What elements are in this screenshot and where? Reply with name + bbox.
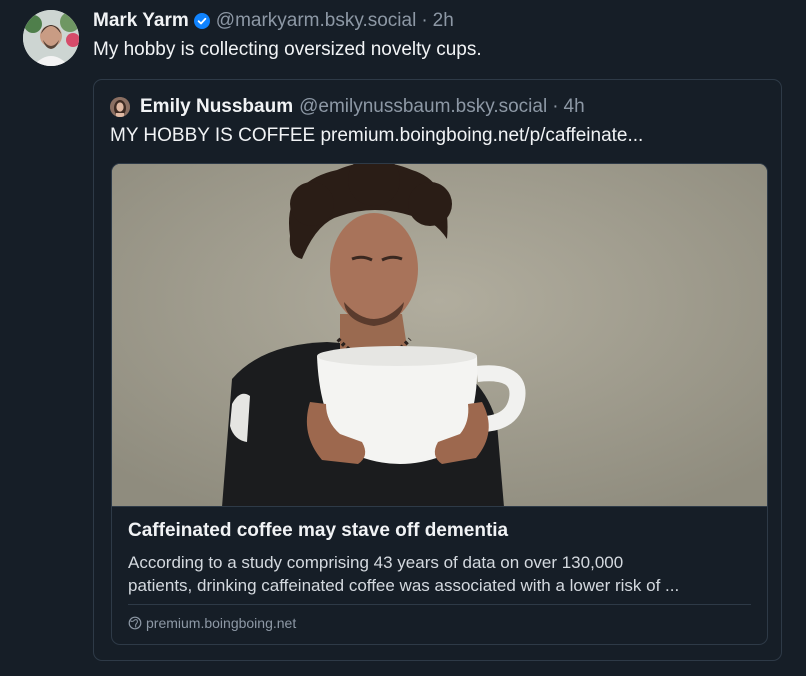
quoted-author-avatar[interactable] <box>110 97 130 117</box>
post-header: Mark Yarm @markyarm.bsky.social · 2h <box>93 9 454 33</box>
post-timestamp[interactable]: 2h <box>433 10 454 32</box>
quoted-post-header: Emily Nussbaum @emilynussbaum.bsky.socia… <box>140 95 585 119</box>
separator-dot: · <box>421 10 428 31</box>
link-card-divider <box>128 604 751 605</box>
quoted-post-text: MY HOBBY IS COFFEE premium.boingboing.ne… <box>110 125 644 146</box>
post[interactable]: Mark Yarm @markyarm.bsky.social · 2h My … <box>0 0 806 676</box>
post-text: My hobby is collecting oversized novelty… <box>93 39 482 60</box>
verified-check-icon[interactable] <box>193 13 210 29</box>
quoted-post-timestamp[interactable]: 4h <box>564 96 585 118</box>
quoted-post[interactable]: Emily Nussbaum @emilynussbaum.bsky.socia… <box>93 79 782 661</box>
link-card[interactable]: Caffeinated coffee may stave off dementi… <box>111 163 768 645</box>
link-card-domain[interactable]: premium.boingboing.net <box>128 615 296 631</box>
link-card-description-line: patients, drinking caffeinated coffee wa… <box>128 576 680 595</box>
link-card-image[interactable] <box>112 164 767 507</box>
link-card-description-line: According to a study comprising 43 years… <box>128 553 624 572</box>
author-name[interactable]: Mark Yarm <box>93 10 189 32</box>
author-avatar[interactable] <box>23 10 79 66</box>
quoted-author-handle[interactable]: @emilynussbaum.bsky.social <box>299 96 547 118</box>
separator-dot: · <box>552 96 559 117</box>
quoted-author-name[interactable]: Emily Nussbaum <box>140 96 293 118</box>
author-handle[interactable]: @markyarm.bsky.social <box>216 10 417 32</box>
globe-icon <box>128 616 142 630</box>
link-card-title[interactable]: Caffeinated coffee may stave off dementi… <box>128 520 508 542</box>
link-card-description: According to a study comprising 43 years… <box>128 551 753 597</box>
link-card-domain-text: premium.boingboing.net <box>146 615 297 631</box>
